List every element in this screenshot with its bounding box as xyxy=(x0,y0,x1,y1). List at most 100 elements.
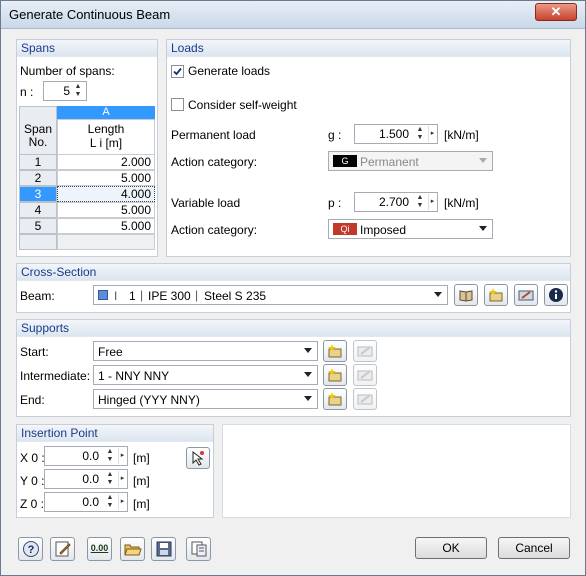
beam-profile: IPE 300 xyxy=(148,289,191,303)
dialog-window: Generate Continuous Beam ✕ Spans Number … xyxy=(0,0,586,576)
info-icon xyxy=(549,288,563,302)
number-format-button[interactable]: 0.00 xyxy=(87,537,112,561)
z0-unit: [m] xyxy=(133,497,150,511)
span-number[interactable]: 4 xyxy=(19,202,57,218)
spinner-next-icon[interactable]: ▸ xyxy=(118,471,126,487)
edit-section-button[interactable] xyxy=(514,284,538,306)
insertion-point-group-title: Insertion Point xyxy=(17,425,213,442)
span-length-cell[interactable]: 5.000 xyxy=(57,170,155,186)
supports-group: Supports Start: Free Intermediate: 1 - N… xyxy=(16,319,571,417)
export-button[interactable] xyxy=(186,537,211,561)
ok-button[interactable]: OK xyxy=(415,537,487,559)
chevron-down-icon[interactable] xyxy=(304,396,312,401)
spinner-next-icon[interactable]: ▸ xyxy=(118,448,126,464)
empty-row-cell xyxy=(57,234,155,250)
span-length-cell[interactable]: 4.000 xyxy=(57,186,155,202)
spinner-arrows-icon[interactable]: ▲ ▼ xyxy=(413,126,427,142)
table-row[interactable]: 3 4.000 xyxy=(19,186,155,202)
z0-label: Z 0 : xyxy=(20,497,45,511)
spans-group-title: Spans xyxy=(17,40,157,57)
loads-group: Loads Generate loads Consider self-weigh… xyxy=(166,39,571,257)
end-support-value: Hinged (YYY NNY) xyxy=(98,393,200,407)
x0-input[interactable]: 0.0 ▲ ▼ ▸ xyxy=(44,446,128,466)
end-support-select[interactable]: Hinged (YYY NNY) xyxy=(93,389,318,409)
generate-loads-checkbox[interactable] xyxy=(171,65,184,78)
spinner-arrows-icon[interactable]: ▲ ▼ xyxy=(103,471,117,487)
beam-number: 1 xyxy=(129,289,136,303)
spinner-arrows-icon[interactable]: ▲ ▼ xyxy=(103,448,117,464)
table-row[interactable]: 5 5.000 xyxy=(19,218,155,234)
chevron-down-icon[interactable] xyxy=(304,372,312,377)
number-of-spans-label: Number of spans: xyxy=(20,64,115,78)
spinner-arrows-icon[interactable]: ▲ ▼ xyxy=(103,494,117,510)
cancel-button[interactable]: Cancel xyxy=(498,537,570,559)
chevron-down-icon[interactable] xyxy=(434,292,442,297)
help-button[interactable]: ? xyxy=(18,537,43,561)
span-header-line2: No. xyxy=(28,135,48,149)
close-button[interactable]: ✕ xyxy=(535,3,577,21)
permanent-action-value: Permanent xyxy=(360,155,419,169)
intermediate-support-value: 1 - NNY NNY xyxy=(98,369,170,383)
new-end-support-button[interactable] xyxy=(323,388,347,410)
library-button[interactable] xyxy=(454,284,478,306)
y0-input[interactable]: 0.0 ▲ ▼ ▸ xyxy=(44,469,128,489)
span-length-cell[interactable]: 2.000 xyxy=(57,154,155,170)
table-row[interactable]: 2 5.000 xyxy=(19,170,155,186)
action-badge-g: G xyxy=(333,155,357,167)
action-category-label-2: Action category: xyxy=(171,223,258,237)
variable-action-category-select[interactable]: Qi Imposed xyxy=(328,219,493,239)
table-row[interactable]: 4 5.000 xyxy=(19,202,155,218)
book-icon xyxy=(459,290,473,302)
edit-icon xyxy=(357,370,373,381)
y0-label: Y 0 : xyxy=(20,474,45,488)
beam-section-select[interactable]: I 1 | IPE 300 | Steel S 235 xyxy=(93,285,448,305)
variable-load-value: 2.700 xyxy=(378,195,409,209)
span-number[interactable]: 3 xyxy=(19,186,57,202)
span-number[interactable]: 1 xyxy=(19,154,57,170)
table-row[interactable]: 1 2.000 xyxy=(19,154,155,170)
length-header-line1: Length xyxy=(87,122,125,136)
new-section-button[interactable] xyxy=(484,284,508,306)
spinner-arrows-icon[interactable]: ▲ ▼ xyxy=(71,83,85,99)
span-length-cell[interactable]: 5.000 xyxy=(57,202,155,218)
permanent-load-input[interactable]: 1.500 ▲ ▼ ▸ xyxy=(354,124,438,144)
pick-point-button[interactable] xyxy=(186,447,210,469)
permanent-symbol: g : xyxy=(328,128,342,142)
edit-end-support-button xyxy=(353,388,377,410)
open-button[interactable] xyxy=(120,537,145,561)
spinner-next-icon[interactable]: ▸ xyxy=(428,194,436,210)
empty-row-header xyxy=(19,234,57,250)
copy-table-icon xyxy=(191,541,207,557)
chevron-down-icon[interactable] xyxy=(304,348,312,353)
variable-load-input[interactable]: 2.700 ▲ ▼ ▸ xyxy=(354,192,438,212)
self-weight-checkbox[interactable] xyxy=(171,98,184,111)
z0-input[interactable]: 0.0 ▲ ▼ ▸ xyxy=(44,492,128,512)
span-number[interactable]: 5 xyxy=(19,218,57,234)
chevron-down-icon[interactable] xyxy=(479,226,487,231)
action-category-label-1: Action category: xyxy=(171,155,258,169)
spinner-arrows-icon[interactable]: ▲ ▼ xyxy=(413,194,427,210)
spans-count-spinner[interactable]: 5 ▲ ▼ xyxy=(43,81,87,101)
edit-button[interactable] xyxy=(50,537,75,561)
new-intermediate-support-button[interactable] xyxy=(323,364,347,386)
separator: | xyxy=(195,288,199,302)
folder-open-icon xyxy=(124,544,142,556)
start-support-select[interactable]: Free xyxy=(93,341,318,361)
span-length-cell[interactable]: 5.000 xyxy=(57,218,155,234)
save-disk-icon xyxy=(156,541,172,557)
column-letter-header[interactable]: A xyxy=(57,106,155,119)
permanent-load-value: 1.500 xyxy=(378,127,409,141)
save-button[interactable] xyxy=(151,537,176,561)
new-start-support-button[interactable] xyxy=(323,340,347,362)
y0-value: 0.0 xyxy=(82,472,99,486)
intermediate-support-label: Intermediate: xyxy=(20,369,91,383)
window-title: Generate Continuous Beam xyxy=(9,7,171,22)
intermediate-support-select[interactable]: 1 - NNY NNY xyxy=(93,365,318,385)
info-button[interactable] xyxy=(544,284,568,306)
self-weight-label: Consider self-weight xyxy=(188,98,297,112)
span-number[interactable]: 2 xyxy=(19,170,57,186)
preview-panel xyxy=(222,424,571,518)
x0-label: X 0 : xyxy=(20,451,45,465)
spinner-next-icon[interactable]: ▸ xyxy=(428,126,436,142)
spinner-next-icon[interactable]: ▸ xyxy=(118,494,126,510)
